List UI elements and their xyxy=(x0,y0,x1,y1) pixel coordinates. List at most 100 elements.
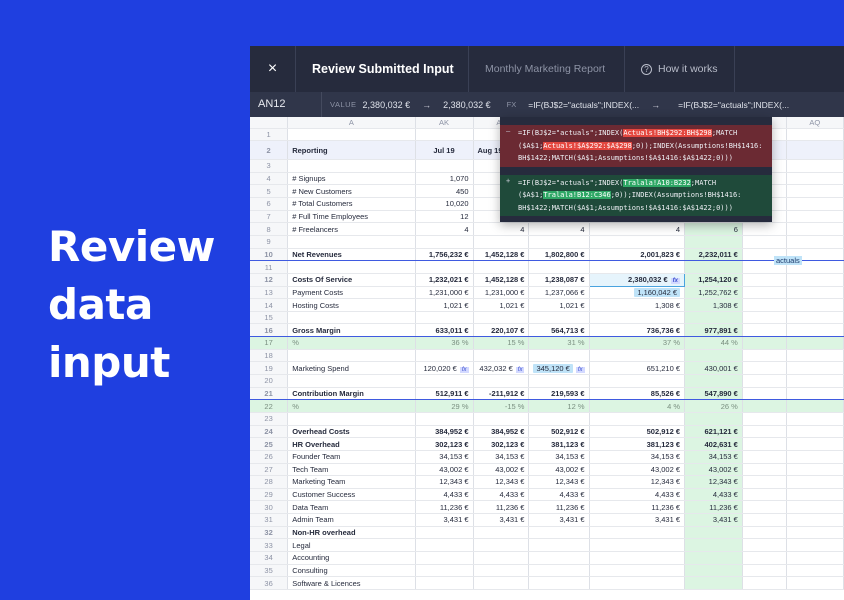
cell[interactable]: 302,123 € xyxy=(415,437,474,451)
cell-reference[interactable]: AN12 xyxy=(250,92,322,117)
cell[interactable] xyxy=(415,538,474,552)
cell[interactable] xyxy=(589,551,686,565)
cell[interactable] xyxy=(684,576,743,590)
cell[interactable]: 11,236 € xyxy=(473,500,530,515)
cell[interactable] xyxy=(528,551,590,565)
cell[interactable]: 4,433 € xyxy=(473,488,530,502)
cell[interactable]: 4 xyxy=(473,222,530,236)
cell[interactable] xyxy=(786,184,844,199)
cell[interactable] xyxy=(528,235,590,249)
cell[interactable]: 11,236 € xyxy=(528,500,590,515)
cell[interactable] xyxy=(415,412,474,426)
cell[interactable]: 12,343 € xyxy=(589,475,686,489)
cell[interactable]: 1,802,800 € xyxy=(528,247,590,262)
cell[interactable] xyxy=(589,349,686,363)
cell[interactable] xyxy=(742,488,787,502)
cell[interactable]: 34,153 € xyxy=(473,450,530,464)
cell[interactable] xyxy=(528,374,590,388)
row-number[interactable]: 21 xyxy=(250,386,289,401)
cell[interactable] xyxy=(415,260,474,274)
row-number[interactable]: 24 xyxy=(250,425,289,439)
cell[interactable]: 651,210 € xyxy=(589,361,686,376)
cell[interactable]: 381,123 € xyxy=(589,437,686,451)
cell[interactable] xyxy=(415,235,474,249)
cell[interactable]: 85,526 € xyxy=(589,386,686,401)
cell[interactable] xyxy=(742,323,787,338)
cell[interactable] xyxy=(786,336,844,350)
cell[interactable]: 2,380,032 € fx xyxy=(588,272,686,287)
row-number[interactable]: 23 xyxy=(250,412,289,426)
cell[interactable] xyxy=(742,576,787,590)
column-header-ak[interactable]: AK xyxy=(415,117,474,129)
cell[interactable]: 345,120 € fx xyxy=(528,361,590,376)
cell[interactable] xyxy=(786,399,844,413)
cell[interactable] xyxy=(742,235,787,249)
cell[interactable] xyxy=(589,576,686,590)
cell[interactable] xyxy=(742,425,787,439)
cell[interactable]: 12,343 € xyxy=(415,475,474,489)
cell[interactable] xyxy=(684,311,743,325)
row-number[interactable]: 35 xyxy=(250,564,289,578)
cell[interactable]: 1,756,232 € xyxy=(415,247,474,262)
row-number[interactable]: 16 xyxy=(250,323,289,338)
cell[interactable] xyxy=(786,488,844,502)
row-number[interactable]: 28 xyxy=(250,475,289,489)
cell[interactable]: 430,001 € xyxy=(684,361,743,376)
cell[interactable] xyxy=(473,526,530,540)
cell[interactable] xyxy=(528,576,590,590)
cell[interactable] xyxy=(589,311,686,325)
cell[interactable] xyxy=(742,513,787,527)
cell[interactable]: 1,021 € xyxy=(415,298,474,312)
cell[interactable]: 4 xyxy=(589,222,686,236)
row-number[interactable]: 11 xyxy=(250,260,289,274)
cell[interactable] xyxy=(786,222,844,236)
cell[interactable] xyxy=(786,475,844,489)
cell[interactable]: 384,952 € xyxy=(473,425,530,439)
row-number[interactable]: 33 xyxy=(250,538,289,552)
row-number[interactable]: 34 xyxy=(250,551,289,565)
row-number[interactable]: 5 xyxy=(250,184,289,199)
cell[interactable]: 29 % xyxy=(415,399,474,413)
cell[interactable]: 15 % xyxy=(473,336,530,350)
cell[interactable]: 6 xyxy=(684,222,743,236)
cell[interactable] xyxy=(786,374,844,388)
cell[interactable] xyxy=(742,361,787,376)
cell[interactable] xyxy=(786,273,844,287)
cell[interactable] xyxy=(786,210,844,224)
fx-icon[interactable]: fx xyxy=(459,366,469,373)
cell[interactable] xyxy=(473,235,530,249)
cell[interactable] xyxy=(742,450,787,464)
row-number[interactable]: 3 xyxy=(250,159,289,173)
cell[interactable]: 4,433 € xyxy=(528,488,590,502)
row-number[interactable]: 13 xyxy=(250,286,289,300)
cell[interactable] xyxy=(786,286,844,300)
tab-monthly-marketing-report[interactable]: Monthly Marketing Report xyxy=(469,46,625,92)
cell[interactable] xyxy=(742,437,787,451)
cell[interactable] xyxy=(742,564,787,578)
cell[interactable] xyxy=(473,349,530,363)
cell[interactable] xyxy=(786,538,844,552)
tab-how-it-works[interactable]: ? How it works xyxy=(625,46,735,92)
cell[interactable]: 37 % xyxy=(589,336,686,350)
cell[interactable] xyxy=(589,538,686,552)
row-number[interactable]: 1 xyxy=(250,128,289,142)
cell[interactable] xyxy=(786,298,844,312)
cell[interactable] xyxy=(742,286,787,300)
fx-icon[interactable]: fx xyxy=(575,366,585,373)
cell[interactable]: 547,890 € xyxy=(684,386,743,401)
row-number[interactable]: 7 xyxy=(250,210,289,224)
cell[interactable]: 1,237,066 € xyxy=(528,286,590,300)
cell[interactable] xyxy=(786,526,844,540)
cell[interactable] xyxy=(684,374,743,388)
row-number[interactable]: 25 xyxy=(250,437,289,451)
cell[interactable] xyxy=(528,538,590,552)
cell[interactable] xyxy=(742,412,787,426)
cell[interactable] xyxy=(415,551,474,565)
cell[interactable] xyxy=(742,298,787,312)
cell[interactable]: 4 % xyxy=(589,399,686,413)
cell[interactable] xyxy=(786,128,844,142)
cell[interactable] xyxy=(786,437,844,451)
cell[interactable]: 26 % xyxy=(684,399,743,413)
cell[interactable]: 12,343 € xyxy=(684,475,743,489)
row-number[interactable]: 19 xyxy=(250,361,289,376)
